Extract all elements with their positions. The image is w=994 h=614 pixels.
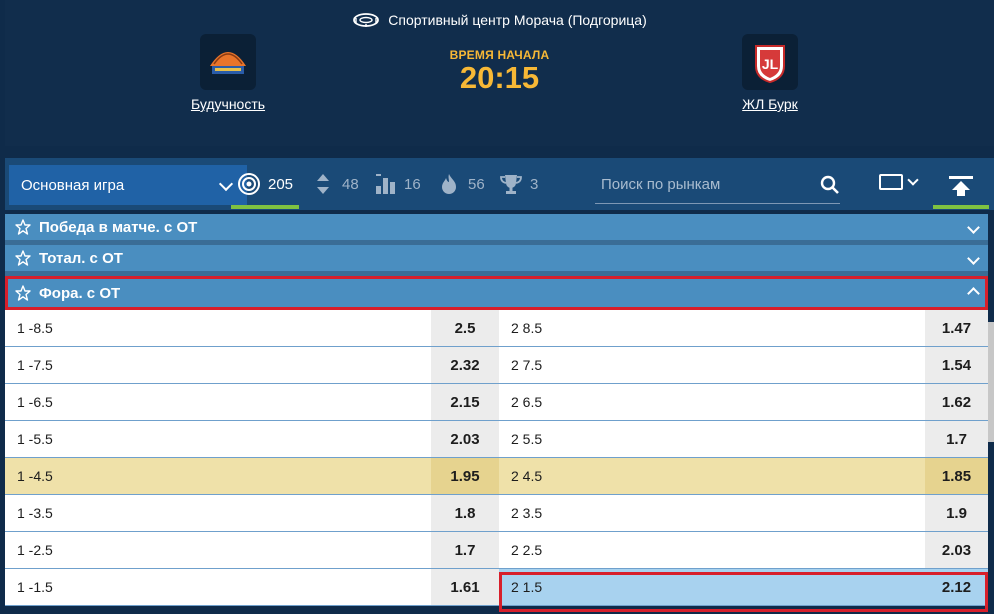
outcome-label[interactable]: 2 5.5 (499, 421, 925, 457)
filter-count: 205 (268, 175, 294, 193)
outcome-label[interactable]: 1 -8.5 (5, 310, 431, 346)
odd-button[interactable]: 2.03 (431, 421, 499, 457)
outcome-label[interactable]: 1 -5.5 (5, 421, 431, 457)
outcome-label[interactable]: 2 2.5 (499, 532, 925, 568)
view-mode-toggle[interactable] (879, 174, 919, 190)
outcome-label[interactable]: 1 -3.5 (5, 495, 431, 531)
venue: Спортивный центр Морача (Подгорица) (5, 10, 994, 30)
outcome-label[interactable]: 1 -1.5 (5, 569, 431, 605)
start-time: 20:15 (459, 60, 540, 95)
table-row: 1 -3.5 1.8 2 3.5 1.9 (5, 495, 988, 532)
odd-button[interactable]: 1.8 (431, 495, 499, 531)
outcome-label[interactable]: 2 6.5 (499, 384, 925, 420)
home-team-name[interactable]: Будучность (191, 96, 265, 112)
outcome-label[interactable]: 1 -7.5 (5, 347, 431, 383)
outcome-label[interactable]: 2 3.5 (499, 495, 925, 531)
odd-button[interactable]: 1.95 (431, 458, 499, 494)
layout-icon (879, 174, 903, 190)
svg-text:JL: JL (762, 56, 779, 72)
start-info: ВРЕМЯ НАЧАЛА 20:15 (5, 48, 994, 96)
star-icon[interactable] (15, 250, 31, 266)
fire-icon (442, 174, 456, 194)
market-title: Тотал. с ОТ (39, 249, 123, 267)
outcome-label[interactable]: 1 -6.5 (5, 384, 431, 420)
filter-special[interactable]: 3 (499, 172, 538, 196)
outcome-label[interactable]: 1 -2.5 (5, 532, 431, 568)
market-title: Фора. с ОТ (39, 284, 121, 302)
search-icon[interactable] (820, 175, 840, 195)
outcome-label[interactable]: 2 7.5 (499, 347, 925, 383)
market-match-winner[interactable]: Победа в матче. с ОТ (5, 214, 988, 245)
table-row: 1 -6.5 2.15 2 6.5 1.62 (5, 384, 988, 421)
markets-list: Победа в матче. с ОТ Тотал. с ОТ Фора. с… (5, 214, 988, 612)
game-period-value: Основная игра (21, 176, 125, 194)
away-team-name[interactable]: ЖЛ Бурк (742, 96, 798, 112)
outcome-label[interactable]: 2 4.5 (499, 458, 925, 494)
collapse-up-icon (949, 176, 973, 196)
filter-sort[interactable]: 48 (311, 172, 359, 196)
collapse-all-button[interactable] (933, 168, 989, 204)
market-search (595, 166, 840, 204)
game-period-select[interactable]: Основная игра (9, 165, 247, 205)
stats-bars-icon (376, 174, 395, 194)
filter-all-markets[interactable]: 205 (237, 172, 293, 196)
table-row: 1 -5.5 2.03 2 5.5 1.7 (5, 421, 988, 458)
chevron-down-icon (218, 176, 234, 192)
table-row-highlighted: 1 -4.5 1.95 2 4.5 1.85 (5, 458, 988, 495)
filter-count: 3 (530, 175, 539, 193)
table-row: 1 -2.5 1.7 2 2.5 2.03 (5, 532, 988, 569)
odd-button[interactable]: 1.62 (925, 384, 988, 420)
odd-button[interactable]: 1.61 (431, 569, 499, 605)
venue-name: Спортивный центр Морача (Подгорица) (388, 12, 647, 28)
chevron-down-icon (907, 174, 919, 186)
odd-button[interactable]: 1.7 (925, 421, 988, 457)
filter-popular[interactable]: 56 (437, 172, 485, 196)
odd-button-selected[interactable]: 2.12 (925, 569, 988, 605)
chevron-down-icon (967, 252, 980, 265)
odd-button[interactable]: 1.9 (925, 495, 988, 531)
odd-button[interactable]: 2.03 (925, 532, 988, 568)
filter-stats[interactable]: 16 (373, 172, 421, 196)
table-row: 1 -7.5 2.32 2 7.5 1.54 (5, 347, 988, 384)
filter-count: 56 (468, 175, 485, 193)
star-icon[interactable] (15, 219, 31, 235)
table-row: 1 -8.5 2.5 2 8.5 1.47 (5, 310, 988, 347)
match-header: Спортивный центр Морача (Подгорица) Буду… (5, 0, 994, 146)
stadium-icon (353, 13, 380, 27)
scrollbar-thumb[interactable] (988, 322, 994, 442)
market-handicap[interactable]: Фора. с ОТ (5, 276, 988, 310)
market-search-input[interactable] (595, 176, 805, 193)
away-team-logo[interactable]: JL (742, 34, 798, 90)
shield-logo-icon: JL (755, 45, 785, 84)
active-tab-indicator (231, 205, 299, 209)
collapse-indicator (933, 205, 989, 209)
market-title: Победа в матче. с ОТ (39, 218, 198, 236)
chevron-up-icon (967, 287, 980, 300)
filter-count: 48 (342, 175, 359, 193)
odd-button[interactable]: 2.15 (431, 384, 499, 420)
target-icon (238, 173, 260, 195)
odd-button[interactable]: 1.85 (925, 458, 988, 494)
outcome-label-selected[interactable]: 2 1.5 (499, 569, 925, 605)
chevron-down-icon (967, 221, 980, 234)
handicap-table: 1 -8.5 2.5 2 8.5 1.47 1 -7.5 2.32 2 7.5 … (5, 310, 988, 606)
odd-button[interactable]: 2.32 (431, 347, 499, 383)
star-icon[interactable] (15, 285, 31, 301)
filter-count: 16 (404, 175, 421, 193)
odd-button[interactable]: 2.5 (431, 310, 499, 346)
outcome-label[interactable]: 1 -4.5 (5, 458, 431, 494)
markets-toolbar: Основная игра 205 48 16 56 3 Поиск по ры… (5, 158, 994, 210)
table-row: 1 -1.5 1.61 2 1.5 2.12 (5, 569, 988, 606)
away-team[interactable]: JL ЖЛ Бурк (700, 34, 840, 112)
odd-button[interactable]: 1.47 (925, 310, 988, 346)
sort-arrows-icon (317, 174, 329, 194)
trophy-icon (500, 175, 522, 194)
odd-button[interactable]: 1.54 (925, 347, 988, 383)
odd-button[interactable]: 1.7 (431, 532, 499, 568)
market-total[interactable]: Тотал. с ОТ (5, 245, 988, 276)
outcome-label[interactable]: 2 8.5 (499, 310, 925, 346)
